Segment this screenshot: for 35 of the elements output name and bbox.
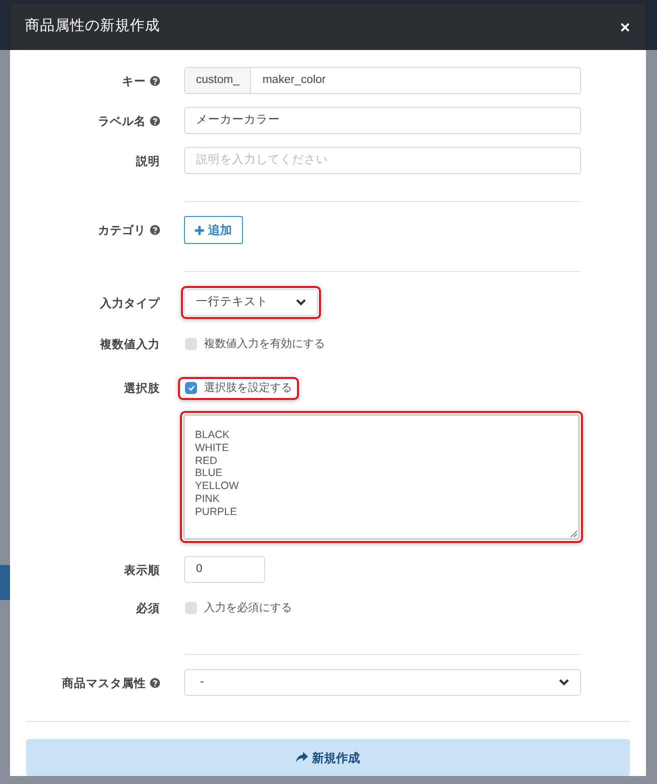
text-field[interactable]: メーカーカラー [184, 107, 581, 134]
submit-button[interactable]: 新規作成 [26, 739, 630, 776]
field-label: 説明 [136, 156, 160, 168]
choices-textarea[interactable]: BLACK WHITE RED BLUE YELLOW PINK PURPLE [183, 414, 580, 540]
checkmark-icon [188, 385, 194, 391]
select-field[interactable]: 一行テキスト [184, 289, 318, 316]
checkbox[interactable] [185, 382, 197, 394]
field-label: 表示順 [124, 564, 160, 576]
resize-handle-icon [570, 530, 577, 537]
chevron-down-icon [296, 299, 306, 306]
checkbox-label: 複数値入力を有効にする [204, 336, 325, 352]
share-arrow-icon [296, 752, 308, 763]
modal-title: 商品属性の新規作成 [25, 16, 160, 36]
field-label: 複数値入力 [100, 339, 160, 351]
field-label: 商品マスタ属性 [62, 678, 160, 690]
key-field[interactable]: custom_ maker_color [184, 67, 581, 94]
add-button[interactable]: 追加 [184, 216, 243, 244]
field-label: ラベル名 [98, 116, 160, 128]
close-button[interactable]: × [620, 18, 630, 36]
field-label: キー [122, 76, 160, 88]
field-label: 必須 [136, 603, 160, 615]
field-label: 選択肢 [124, 383, 160, 395]
select-field[interactable]: - [184, 669, 581, 696]
field-label: 入力タイプ [100, 298, 160, 310]
key-value: maker_color [261, 72, 327, 88]
checkbox[interactable] [185, 602, 197, 614]
number-field[interactable]: 0 [184, 556, 265, 583]
checkbox-label: 選択肢を設定する [204, 380, 292, 396]
key-prefix: custom_ [185, 68, 252, 93]
plus-icon [195, 226, 204, 234]
chevron-down-icon [559, 679, 569, 686]
sidebar-highlight [0, 565, 10, 600]
checkbox[interactable] [185, 338, 197, 350]
field-label: カテゴリ [98, 225, 160, 237]
checkbox-label: 入力を必須にする [204, 600, 292, 616]
